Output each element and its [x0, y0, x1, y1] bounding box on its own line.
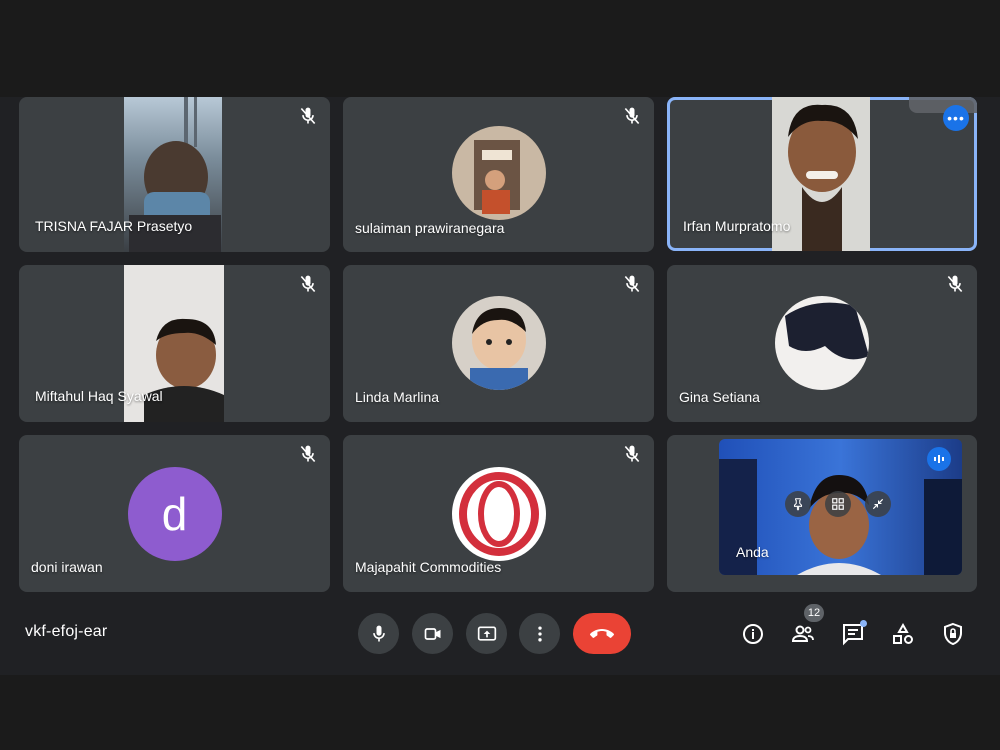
- pin-icon[interactable]: [785, 491, 811, 517]
- people-button[interactable]: [789, 620, 817, 648]
- speaking-indicator-icon: [927, 447, 951, 471]
- more-options-icon: [537, 626, 542, 641]
- participant-name: Miftahul Haq Syawal: [35, 388, 163, 404]
- participant-avatar: [451, 467, 546, 561]
- participant-tile[interactable]: Miftahul Haq Syawal: [19, 265, 330, 422]
- camera-button[interactable]: [412, 613, 453, 654]
- end-call-icon: [590, 628, 614, 638]
- chat-button[interactable]: [839, 620, 867, 648]
- tile-layout-icon[interactable]: [825, 491, 851, 517]
- meeting-details-button[interactable]: [739, 620, 767, 648]
- self-tile[interactable]: Anda: [667, 435, 977, 592]
- more-options-button[interactable]: [519, 613, 560, 654]
- participant-avatar: [451, 296, 546, 390]
- mic-off-icon: [300, 275, 316, 293]
- participant-tile[interactable]: Gina Setiana: [667, 265, 977, 422]
- mic-off-icon: [300, 445, 316, 463]
- end-call-button[interactable]: [573, 613, 631, 654]
- activities-button[interactable]: [889, 620, 917, 648]
- participant-name: Linda Marlina: [355, 389, 440, 405]
- microphone-icon: [372, 625, 385, 641]
- participant-name: doni irawan: [31, 559, 103, 575]
- meeting-code: vkf-efoj-ear: [25, 623, 108, 640]
- info-icon: [743, 624, 763, 644]
- participant-tile[interactable]: d doni irawan: [19, 435, 330, 592]
- participant-tile[interactable]: sulaiman prawiranegara: [343, 97, 654, 252]
- mic-off-icon: [947, 275, 963, 293]
- participant-avatar: [451, 126, 546, 220]
- participant-tile[interactable]: TRISNA FAJAR Prasetyo: [19, 97, 330, 252]
- chat-notification-dot: [860, 620, 867, 627]
- camera-icon: [424, 627, 440, 640]
- participant-name: Irfan Murpratomo: [683, 218, 791, 234]
- mic-off-icon: [624, 107, 640, 125]
- participant-tile[interactable]: Linda Marlina: [343, 265, 654, 422]
- participant-tile[interactable]: Majapahit Commodities: [343, 435, 654, 592]
- participant-count-badge: 12: [804, 604, 824, 622]
- people-icon: [791, 625, 814, 642]
- mic-off-icon: [624, 275, 640, 293]
- activities-icon: [893, 622, 913, 644]
- present-screen-button[interactable]: [466, 613, 507, 654]
- participant-avatar: [775, 296, 869, 390]
- microphone-button[interactable]: [358, 613, 399, 654]
- participant-letter-avatar: d: [127, 467, 222, 561]
- mic-off-icon: [624, 445, 640, 463]
- minimize-icon[interactable]: [865, 491, 891, 517]
- top-letterbox: [0, 0, 1000, 97]
- participant-name: Gina Setiana: [679, 389, 760, 405]
- more-options-icon[interactable]: •••: [943, 105, 969, 131]
- participant-tile[interactable]: ••• Irfan Murpratomo: [667, 97, 977, 251]
- participant-name: sulaiman prawiranegara: [355, 220, 505, 236]
- participant-name: TRISNA FAJAR Prasetyo: [35, 218, 193, 234]
- host-controls-button[interactable]: [939, 620, 967, 648]
- host-controls-icon: [944, 622, 962, 646]
- present-screen-icon: [477, 626, 496, 641]
- control-bar: [0, 675, 1000, 750]
- mic-off-icon: [300, 107, 316, 125]
- participant-name: Majapahit Commodities: [355, 559, 502, 575]
- participant-name: Anda: [736, 544, 769, 560]
